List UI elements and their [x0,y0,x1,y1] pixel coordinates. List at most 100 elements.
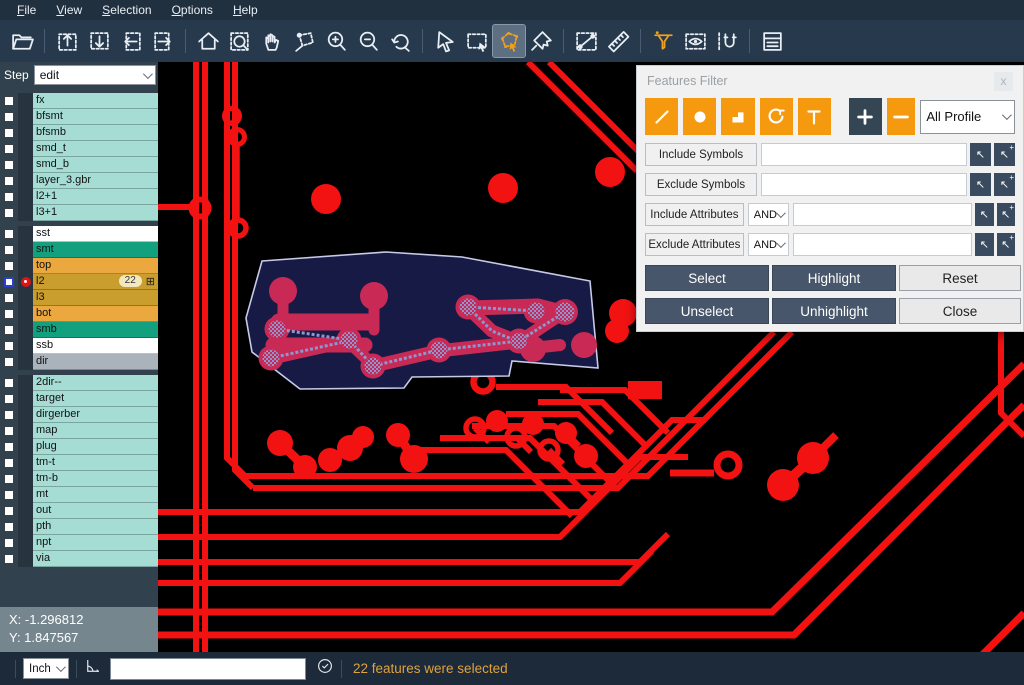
layer-row-bfsmb[interactable]: bfsmb [0,125,158,141]
layer-name[interactable]: sst [33,226,158,242]
pan-hand-icon[interactable] [256,25,288,57]
active-layer-indicator[interactable] [18,503,33,519]
layer-name[interactable]: target [33,391,158,407]
corner-angle-icon[interactable] [84,657,102,680]
layer-name[interactable]: top [33,258,158,274]
layer-checkbox[interactable] [0,125,18,141]
layer-name[interactable]: bfsmt [33,109,158,125]
layer-row-npt[interactable]: npt [0,535,158,551]
layer-checkbox[interactable] [0,274,18,290]
sync-check-icon[interactable] [316,657,334,680]
layer-row-via[interactable]: via [0,551,158,567]
layer-name[interactable]: plug [33,439,158,455]
layer-name[interactable]: tm-t [33,455,158,471]
active-layer-indicator[interactable] [18,455,33,471]
layer-checkbox[interactable] [0,503,18,519]
layer-checkbox[interactable] [0,439,18,455]
polygon-select-icon[interactable] [493,25,525,57]
active-layer-indicator[interactable] [18,173,33,189]
layer-row-bfsmt[interactable]: bfsmt [0,109,158,125]
layer-row-out[interactable]: out [0,503,158,519]
exclude-attributes-and-select[interactable]: AND [748,233,789,256]
layer-name[interactable]: bfsmb [33,125,158,141]
layer-row-dirgerber[interactable]: dirgerber [0,407,158,423]
active-layer-indicator[interactable] [18,242,33,258]
layer-checkbox[interactable] [0,242,18,258]
active-layer-indicator[interactable] [18,407,33,423]
include-attributes-input[interactable] [793,203,972,226]
select-button[interactable]: Select [645,265,769,291]
measure-line-icon[interactable] [570,25,602,57]
layer-row-l2+1[interactable]: l2+1 [0,189,158,205]
layer-checkbox[interactable] [0,306,18,322]
layer-checkbox[interactable] [0,423,18,439]
layer-checkbox[interactable] [0,519,18,535]
profile-select[interactable]: All Profile [920,100,1015,134]
layer-name[interactable]: l3 [33,290,158,306]
step-select[interactable]: edit [34,65,156,85]
layer-name[interactable]: pth [33,519,158,535]
layer-checkbox[interactable] [0,375,18,391]
highlight-button[interactable]: Highlight [772,265,896,291]
menu-file[interactable]: File [8,1,45,19]
layer-checkbox[interactable] [0,226,18,242]
layer-checkbox[interactable] [0,455,18,471]
select-cursor-icon[interactable] [429,25,461,57]
active-layer-indicator[interactable] [18,226,33,242]
pick-add-attribute-icon[interactable]: ↖+ [997,203,1015,226]
layer-name[interactable]: bot [33,306,158,322]
layer-row-top[interactable]: top [0,258,158,274]
exclude-attributes-input[interactable] [793,233,972,256]
layer-row-sst[interactable]: sst [0,226,158,242]
zoom-area-icon[interactable] [224,25,256,57]
include-symbols-input[interactable] [761,143,967,166]
layer-row-layer_3.gbr[interactable]: layer_3.gbr [0,173,158,189]
menu-view[interactable]: View [47,1,91,19]
menu-selection[interactable]: Selection [93,1,160,19]
layer-checkbox[interactable] [0,471,18,487]
layer-name[interactable]: out [33,503,158,519]
clear-brush-icon[interactable] [525,25,557,57]
close-button[interactable]: Close [899,298,1021,324]
pick-symbol-icon[interactable]: ↖ [970,143,991,166]
layer-checkbox[interactable] [0,258,18,274]
text-feature-button[interactable] [798,98,831,135]
include-symbols-button[interactable]: Include Symbols [645,143,757,166]
active-layer-indicator[interactable] [18,535,33,551]
layer-row-pth[interactable]: pth [0,519,158,535]
layer-row-smt[interactable]: smt [0,242,158,258]
layer-row-l2[interactable]: l222⊞ [0,274,158,290]
active-layer-indicator[interactable] [18,189,33,205]
pad-feature-button[interactable] [683,98,716,135]
move-right-icon[interactable] [147,25,179,57]
surface-feature-button[interactable] [721,98,754,135]
arc-feature-button[interactable] [760,98,793,135]
menu-options[interactable]: Options [163,1,222,19]
layer-name[interactable]: tm-b [33,471,158,487]
zoom-in-icon[interactable] [320,25,352,57]
reset-button[interactable]: Reset [899,265,1021,291]
menu-help[interactable]: Help [224,1,267,19]
layer-name[interactable]: smd_t [33,141,158,157]
units-select[interactable]: Inch [23,658,69,679]
layer-name[interactable]: smb [33,322,158,338]
active-layer-indicator[interactable] [18,439,33,455]
layer-checkbox[interactable] [0,535,18,551]
active-layer-indicator[interactable] [18,141,33,157]
pick-add-symbol-icon[interactable]: ↖+ [994,173,1015,196]
active-layer-indicator[interactable] [18,487,33,503]
layer-row-tm-t[interactable]: tm-t [0,455,158,471]
pick-add-symbol-icon[interactable]: ↖+ [994,143,1015,166]
add-filter-button[interactable] [849,98,882,135]
features-filter-icon[interactable] [647,25,679,57]
layer-row-l3[interactable]: l3 [0,290,158,306]
layer-checkbox[interactable] [0,93,18,109]
zoom-previous-icon[interactable] [384,25,416,57]
layer-checkbox[interactable] [0,173,18,189]
layer-checkbox[interactable] [0,189,18,205]
close-icon[interactable]: x [994,72,1013,91]
exclude-symbols-input[interactable] [761,173,967,196]
pick-attribute-icon[interactable]: ↖ [975,233,993,256]
export-up-icon[interactable] [51,25,83,57]
unselect-button[interactable]: Unselect [645,298,769,324]
